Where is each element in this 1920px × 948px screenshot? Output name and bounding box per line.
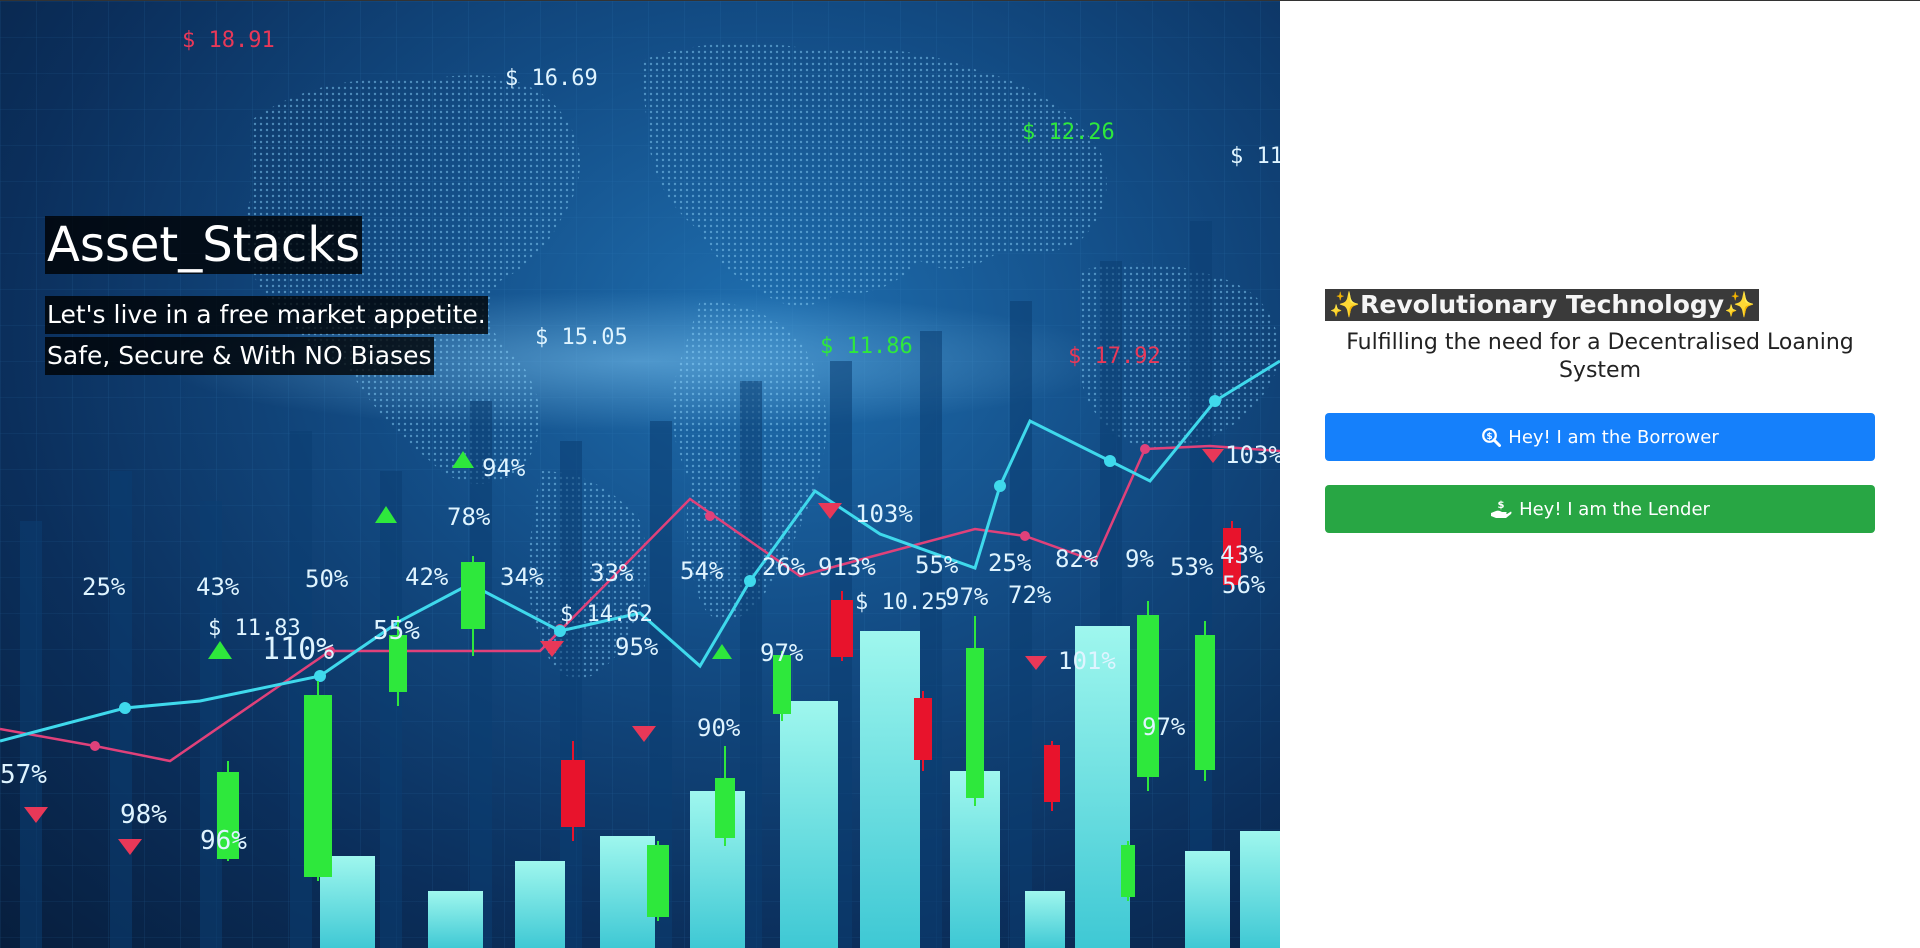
svg-text:103%: 103% [1225, 441, 1280, 469]
borrower-button[interactable]: $ Hey! I am the Borrower [1325, 413, 1875, 461]
svg-text:56%: 56% [1222, 571, 1266, 599]
svg-text:$ 12.26: $ 12.26 [1022, 120, 1115, 145]
svg-text:$: $ [1487, 432, 1493, 442]
brand-title: Asset_Stacks [45, 216, 363, 274]
svg-text:82%: 82% [1055, 545, 1099, 573]
svg-text:43%: 43% [196, 573, 240, 601]
svg-text:97%: 97% [1142, 713, 1186, 741]
svg-text:33%: 33% [590, 559, 634, 587]
svg-text:96%: 96% [200, 826, 247, 856]
hero-tagline-2: Safe, Secure & With NO Biases [45, 337, 434, 375]
svg-text:$ 15.05: $ 15.05 [535, 325, 628, 350]
svg-text:50%: 50% [305, 565, 349, 593]
search-dollar-icon: $ [1481, 427, 1502, 447]
svg-text:72%: 72% [1008, 581, 1052, 609]
lender-button[interactable]: $ Hey! I am the Lender [1325, 485, 1875, 533]
lender-button-label: Hey! I am the Lender [1519, 498, 1710, 520]
svg-text:90%: 90% [697, 714, 741, 742]
svg-text:94%: 94% [482, 454, 526, 482]
headline-text: Revolutionary Technology [1360, 290, 1725, 319]
svg-text:25%: 25% [988, 549, 1032, 577]
svg-text:55%: 55% [915, 551, 959, 579]
svg-text:34%: 34% [500, 563, 544, 591]
svg-text:54%: 54% [680, 557, 724, 585]
svg-text:913%: 913% [818, 553, 876, 581]
svg-text:$ 11.86: $ 11.86 [820, 334, 913, 359]
svg-text:9%: 9% [1125, 545, 1154, 573]
svg-text:97%: 97% [945, 583, 989, 611]
svg-text:$: $ [1498, 500, 1505, 511]
intro-panel: ✨Revolutionary Technology✨ Fulfilling th… [1280, 1, 1920, 948]
hero-section: $ 18.91 $ 16.69 $ 15.05 $ 11.86 $ 17.92 … [0, 1, 1280, 948]
svg-text:$ 17.92: $ 17.92 [1068, 344, 1161, 369]
svg-text:78%: 78% [447, 503, 491, 531]
stock-market-background-image: $ 18.91 $ 16.69 $ 15.05 $ 11.86 $ 17.92 … [0, 1, 1280, 948]
svg-text:95%: 95% [615, 633, 659, 661]
svg-text:57%: 57% [0, 760, 47, 790]
svg-text:55%: 55% [373, 616, 420, 646]
svg-text:26%: 26% [762, 553, 806, 581]
svg-text:43%: 43% [1220, 541, 1264, 569]
hero-tagline-1: Let's live in a free market appetite. [45, 296, 488, 334]
svg-text:97%: 97% [760, 639, 804, 667]
svg-text:25%: 25% [82, 573, 126, 601]
svg-text:42%: 42% [405, 563, 449, 591]
svg-text:103%: 103% [855, 500, 913, 528]
svg-text:$ 14.62: $ 14.62 [560, 602, 653, 627]
sparkles-icon: ✨ [1329, 290, 1361, 319]
svg-text:53%: 53% [1170, 553, 1214, 581]
borrower-button-label: Hey! I am the Borrower [1508, 426, 1719, 448]
hand-holding-usd-icon: $ [1490, 499, 1512, 519]
svg-text:101%: 101% [1058, 647, 1116, 675]
svg-text:$ 10.25: $ 10.25 [855, 590, 948, 615]
subtitle: Fulfilling the need for a Decentralised … [1346, 330, 1854, 383]
svg-text:$ 18.91: $ 18.91 [182, 28, 275, 53]
page-root: $ 18.91 $ 16.69 $ 15.05 $ 11.86 $ 17.92 … [0, 0, 1920, 948]
svg-text:110%: 110% [262, 632, 334, 667]
svg-text:$ 11.45: $ 11.45 [1230, 144, 1280, 169]
sparkles-icon: ✨ [1724, 290, 1756, 319]
svg-text:$ 16.69: $ 16.69 [505, 66, 598, 91]
headline: ✨Revolutionary Technology✨ [1325, 289, 1760, 321]
svg-text:98%: 98% [120, 800, 167, 830]
